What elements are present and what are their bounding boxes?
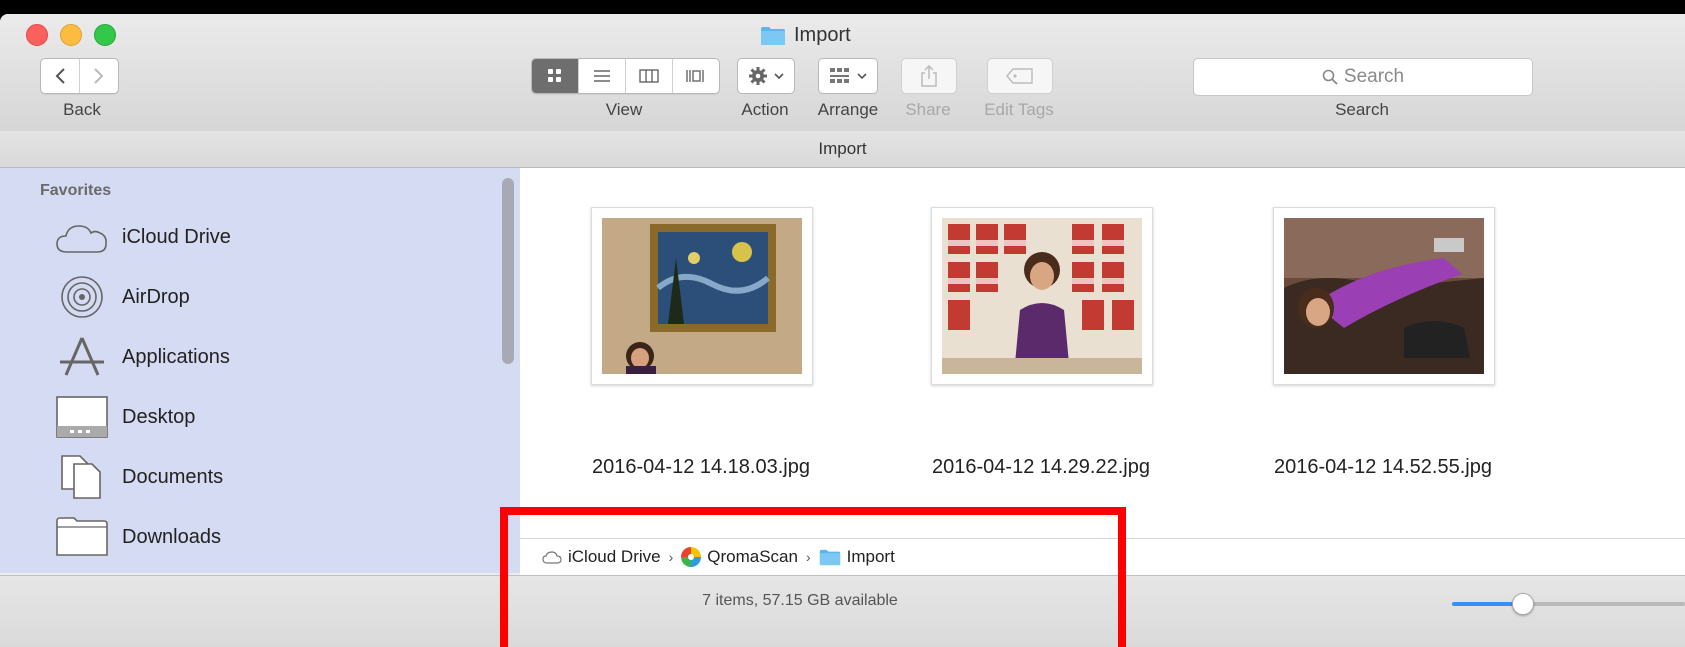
- gear-icon: [749, 67, 767, 85]
- path-bar: iCloud Drive › QromaScan › Import: [520, 538, 1685, 575]
- minimize-window-button[interactable]: [60, 24, 82, 46]
- zoom-window-button[interactable]: [94, 24, 116, 46]
- breadcrumb-label: iCloud Drive: [568, 547, 661, 566]
- sidebar-item-airdrop[interactable]: AirDrop: [54, 274, 494, 320]
- sidebar-scrollbar[interactable]: [502, 178, 514, 364]
- airdrop-icon: [54, 274, 110, 320]
- photo-thumbnail: [602, 218, 802, 374]
- chevron-down-icon: [857, 73, 867, 80]
- path-header: Import: [0, 131, 1685, 168]
- chevron-right-icon: ›: [668, 549, 674, 565]
- back-label: Back: [63, 100, 101, 119]
- path-header-title: Import: [818, 139, 867, 158]
- column-view-button[interactable]: [626, 59, 673, 93]
- search-field[interactable]: Search: [1193, 58, 1533, 96]
- search-placeholder: Search: [1343, 66, 1405, 87]
- file-grid: 2016-04-12 14.18.03.jpg 2016-04-12 14.29…: [520, 168, 1685, 538]
- arrange-icon: [830, 68, 849, 83]
- breadcrumb-item[interactable]: QromaScan: [681, 547, 798, 567]
- chevron-left-icon: [55, 68, 65, 84]
- sidebar-item-label: Applications: [122, 345, 230, 368]
- list-icon: [594, 70, 610, 82]
- arrange-label: Arrange: [817, 100, 879, 119]
- sidebar-item-label: iCloud Drive: [122, 225, 231, 248]
- close-window-button[interactable]: [26, 24, 48, 46]
- slider-knob[interactable]: [1512, 593, 1534, 615]
- folder-icon: [761, 26, 785, 45]
- sidebar: Favorites iCloud Drive AirDrop Applicati…: [0, 168, 520, 573]
- navigation-buttons: [40, 58, 119, 94]
- edit-tags-button[interactable]: [987, 58, 1053, 94]
- grid-icon: [548, 69, 561, 82]
- tag-icon: [1006, 68, 1033, 84]
- breadcrumb-item[interactable]: Import: [819, 547, 895, 567]
- action-label: Action: [741, 100, 789, 119]
- gallery-view-button[interactable]: [673, 59, 719, 93]
- share-button[interactable]: [901, 58, 957, 94]
- qromascan-icon: [681, 547, 702, 567]
- share-label: Share: [905, 100, 951, 119]
- breadcrumb-label: QromaScan: [707, 547, 798, 566]
- icon-view-button[interactable]: [532, 59, 579, 93]
- file-thumbnail[interactable]: [591, 207, 813, 385]
- toolbar: Import Back View Action Arrange Share Ed…: [0, 14, 1685, 132]
- sidebar-item-desktop[interactable]: Desktop: [54, 394, 494, 440]
- back-button[interactable]: [41, 59, 80, 93]
- forward-button[interactable]: [80, 59, 118, 93]
- cloud-icon: [54, 214, 110, 260]
- file-name[interactable]: 2016-04-12 14.18.03.jpg: [561, 456, 841, 479]
- sidebar-item-label: Desktop: [122, 405, 196, 428]
- breadcrumb-label: Import: [846, 547, 895, 566]
- list-view-button[interactable]: [579, 59, 626, 93]
- sidebar-item-label: Downloads: [122, 525, 221, 548]
- file-name[interactable]: 2016-04-12 14.52.55.jpg: [1243, 456, 1523, 479]
- photo-thumbnail: [1284, 218, 1484, 374]
- sidebar-item-icloud-drive[interactable]: iCloud Drive: [54, 214, 494, 260]
- chevron-down-icon: [774, 73, 784, 80]
- sidebar-section-title: Favorites: [40, 182, 112, 199]
- traffic-lights: [26, 24, 116, 46]
- action-button[interactable]: [737, 58, 795, 94]
- arrange-button[interactable]: [818, 58, 878, 94]
- sidebar-item-documents[interactable]: Documents: [54, 454, 494, 500]
- columns-icon: [639, 69, 659, 83]
- documents-icon: [54, 454, 110, 500]
- finder-window: Import Back View Action Arrange Share Ed…: [0, 14, 1685, 647]
- share-icon: [921, 65, 937, 87]
- chevron-right-icon: ›: [805, 549, 811, 565]
- applications-icon: [54, 334, 110, 380]
- file-thumbnail[interactable]: [1273, 207, 1495, 385]
- sidebar-item-downloads[interactable]: Downloads: [54, 514, 494, 560]
- window-title: Import: [760, 24, 851, 47]
- window-title-text: Import: [794, 24, 851, 46]
- cloud-icon: [542, 551, 562, 564]
- breadcrumb-item[interactable]: iCloud Drive: [542, 547, 661, 567]
- icon-size-slider[interactable]: [1452, 593, 1685, 615]
- sidebar-item-label: AirDrop: [122, 285, 190, 308]
- search-label: Search: [1335, 100, 1389, 119]
- status-bar: 7 items, 57.15 GB available: [0, 575, 1685, 647]
- sidebar-item-applications[interactable]: Applications: [54, 334, 494, 380]
- folder-icon: [819, 549, 840, 565]
- view-control: [531, 58, 720, 94]
- status-text: 7 items, 57.15 GB available: [702, 592, 898, 609]
- downloads-icon: [54, 514, 110, 560]
- sidebar-item-label: Documents: [122, 465, 224, 488]
- edit-tags-label: Edit Tags: [984, 100, 1054, 119]
- file-name[interactable]: 2016-04-12 14.29.22.jpg: [901, 456, 1181, 479]
- chevron-right-icon: [94, 68, 104, 84]
- gallery-icon: [686, 70, 704, 82]
- view-label: View: [605, 100, 643, 119]
- photo-thumbnail: [942, 218, 1142, 374]
- file-thumbnail[interactable]: [931, 207, 1153, 385]
- desktop-icon: [54, 394, 110, 440]
- search-icon: [1322, 69, 1338, 85]
